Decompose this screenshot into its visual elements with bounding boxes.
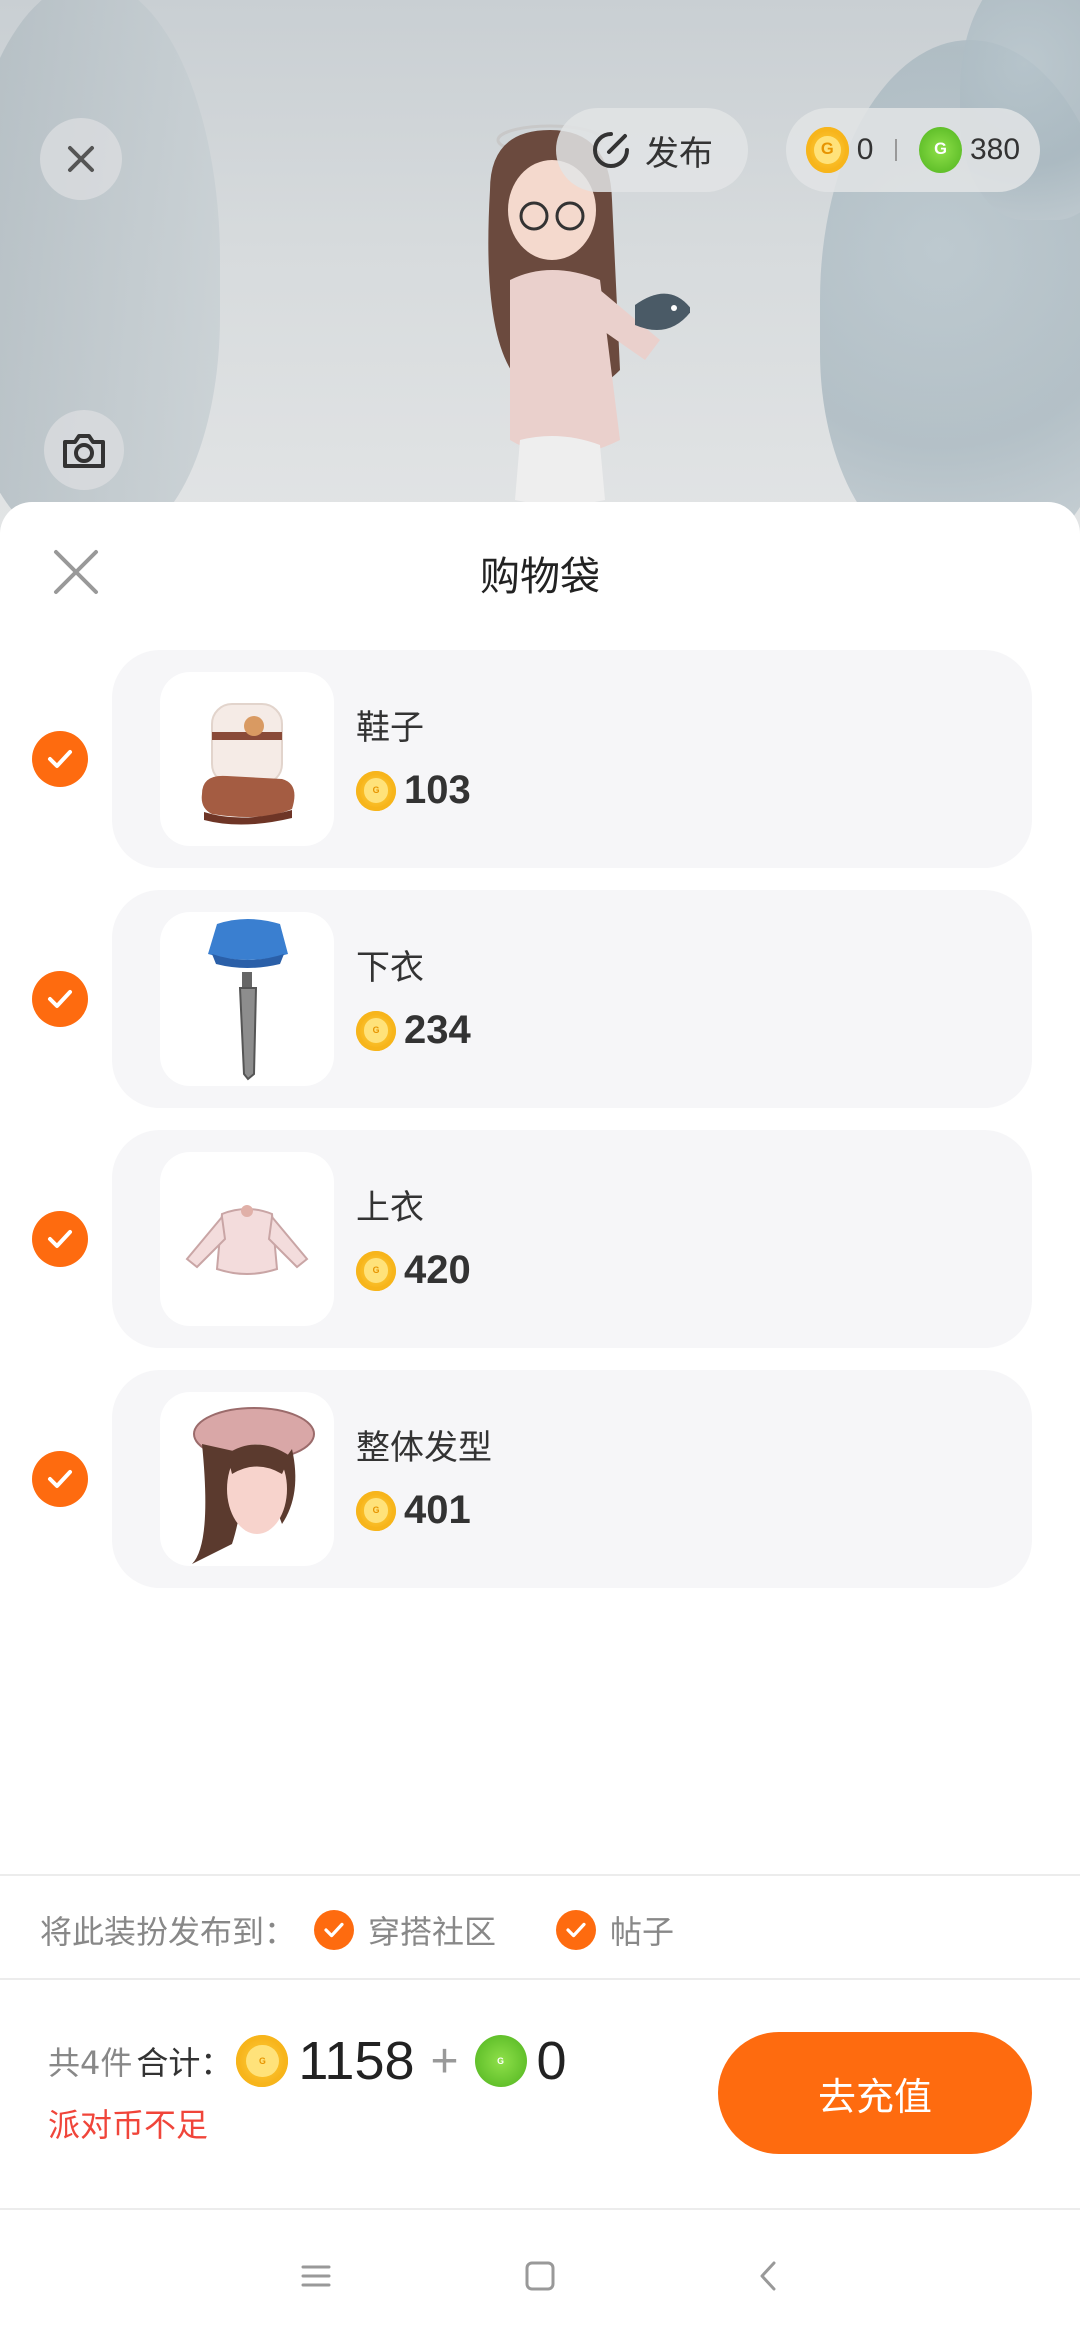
item-thumbnail xyxy=(160,1392,334,1566)
outfit-preview-scene: 发布 G 0 G 380 xyxy=(0,0,1080,560)
skirt-image xyxy=(208,919,288,1081)
divider xyxy=(0,1874,1080,1876)
item-card[interactable]: 下衣 G 234 xyxy=(112,890,1032,1108)
item-price: G 234 xyxy=(356,1008,471,1053)
plus-sign: + xyxy=(430,2034,459,2088)
item-name: 下衣 xyxy=(356,948,424,988)
publish-icon xyxy=(593,132,629,168)
item-name: 鞋子 xyxy=(356,708,424,748)
menu-button[interactable] xyxy=(294,2254,338,2298)
camera-button[interactable] xyxy=(44,410,124,490)
home-icon xyxy=(525,2261,555,2291)
sweater-image xyxy=(185,1205,309,1275)
item-checkbox[interactable] xyxy=(32,971,88,1027)
item-price-value: 401 xyxy=(404,1488,471,1532)
check-icon xyxy=(556,1910,597,1950)
item-price-value: 234 xyxy=(404,1008,471,1052)
sheet-title: 购物袋 xyxy=(480,554,600,600)
publish-option-label: 帖子 xyxy=(610,1913,675,1951)
publish-button[interactable]: 发布 xyxy=(556,108,748,192)
system-navigation-bar xyxy=(0,2210,1080,2340)
green-coin-icon: G xyxy=(474,2035,527,2087)
publish-to-label: 将此装扮发布到： xyxy=(40,1913,297,1951)
item-card[interactable]: 整体发型 G 401 xyxy=(112,1370,1032,1588)
green-coin-icon: G xyxy=(919,127,962,173)
item-card[interactable]: 鞋子 G 103 xyxy=(112,650,1032,868)
publish-option-label: 穿搭社区 xyxy=(368,1913,497,1951)
wallet-balance[interactable]: G 0 G 380 xyxy=(786,108,1040,192)
shoes-image xyxy=(201,703,295,825)
recharge-button[interactable]: 去充值 xyxy=(718,2032,1032,2154)
publish-option-community[interactable]: 穿搭社区 xyxy=(314,1907,496,1953)
cart-item[interactable]: 下衣 G 234 xyxy=(0,890,1080,1108)
hairstyle-image xyxy=(192,1407,315,1564)
back-button[interactable] xyxy=(746,2254,790,2298)
cart-item[interactable]: 鞋子 G 103 xyxy=(0,650,1080,868)
item-thumbnail xyxy=(160,1152,334,1326)
item-price-value: 420 xyxy=(404,1248,471,1292)
close-preview-button[interactable] xyxy=(40,118,122,200)
menu-icon xyxy=(301,2265,331,2287)
gold-coin-icon: G xyxy=(356,1490,396,1531)
check-icon xyxy=(48,1470,72,1488)
back-icon xyxy=(760,2261,776,2291)
item-checkbox[interactable] xyxy=(32,731,88,787)
item-price: G 103 xyxy=(356,768,471,813)
item-price: G 420 xyxy=(356,1248,471,1293)
check-icon xyxy=(48,750,72,768)
insufficient-balance-warning: 派对币不足 xyxy=(48,2106,209,2144)
order-total: 共4件 合计： G 1158 + G 0 xyxy=(48,2030,567,2092)
check-icon xyxy=(48,990,72,1008)
item-price-value: 103 xyxy=(404,768,471,812)
publish-to-options: 将此装扮发布到： 穿搭社区 帖子 xyxy=(40,1900,674,1960)
gold-coin-icon: G xyxy=(356,1250,396,1291)
gold-coin-icon: G xyxy=(356,1010,396,1051)
total-label: 合计： xyxy=(136,2044,233,2082)
publish-label: 发布 xyxy=(645,133,713,174)
item-thumbnail xyxy=(160,912,334,1086)
camera-icon xyxy=(63,434,105,468)
green-coin-balance: 380 xyxy=(969,133,1021,166)
gold-total: 1158 xyxy=(298,2031,415,2091)
item-checkbox[interactable] xyxy=(32,1451,88,1507)
publish-option-post[interactable]: 帖子 xyxy=(556,1907,674,1953)
check-icon xyxy=(314,1910,355,1950)
item-price: G 401 xyxy=(356,1488,471,1533)
gold-coin-balance: 0 xyxy=(856,133,874,166)
gold-coin-icon: G xyxy=(806,127,849,173)
close-icon xyxy=(68,146,94,172)
gold-coin-icon: G xyxy=(356,770,396,811)
gold-coin-icon: G xyxy=(236,2035,289,2087)
item-count: 共4件 xyxy=(48,2044,133,2082)
item-name: 整体发型 xyxy=(356,1428,492,1468)
green-total: 0 xyxy=(536,2031,567,2091)
divider xyxy=(0,1978,1080,1980)
item-checkbox[interactable] xyxy=(32,1211,88,1267)
item-name: 上衣 xyxy=(356,1188,424,1228)
item-card[interactable]: 上衣 G 420 xyxy=(112,1130,1032,1348)
cart-item[interactable]: 上衣 G 420 xyxy=(0,1130,1080,1348)
home-button[interactable] xyxy=(518,2254,562,2298)
divider xyxy=(895,139,898,161)
check-icon xyxy=(48,1230,72,1248)
item-thumbnail xyxy=(160,672,334,846)
cart-item[interactable]: 整体发型 G 401 xyxy=(0,1370,1080,1588)
